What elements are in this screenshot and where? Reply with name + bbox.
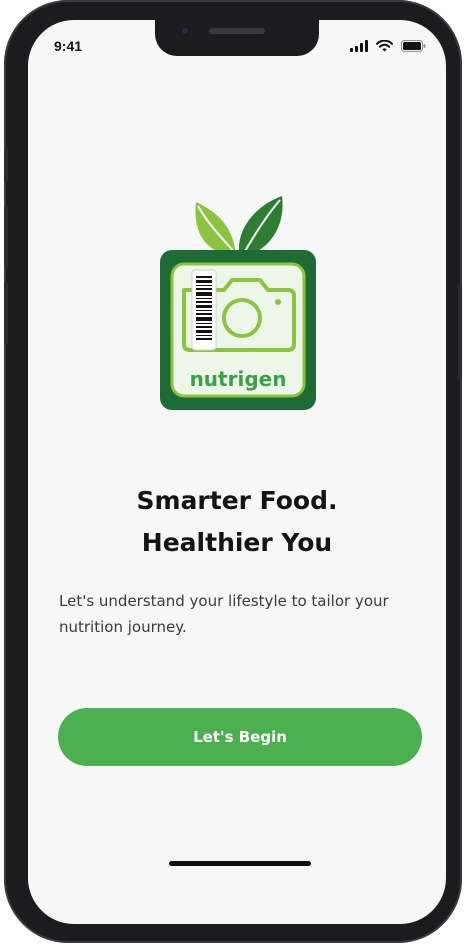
barcode-icon (191, 269, 217, 351)
nutrigen-logo: nutrigen (160, 196, 316, 410)
headline: Smarter Food. Healthier You (28, 480, 446, 564)
power-button (458, 284, 462, 380)
signal-icon (350, 40, 368, 52)
status-time: 9:41 (54, 38, 83, 54)
logo-wordmark: nutrigen (190, 367, 287, 391)
lets-begin-button[interactable]: Let's Begin (58, 708, 422, 766)
screen: 9:41 nutrigen Smarter Food. Healthier Yo… (28, 20, 446, 924)
volume-up-button (4, 206, 8, 268)
volume-down-button (4, 282, 8, 344)
home-indicator[interactable] (169, 861, 311, 866)
silent-switch (4, 148, 8, 182)
wifi-icon (376, 40, 393, 52)
speaker-grille (209, 28, 265, 34)
subtitle: Let's understand your lifestyle to tailo… (59, 592, 389, 636)
front-camera-icon (179, 25, 191, 37)
status-icons (350, 40, 426, 52)
battery-icon (401, 40, 426, 52)
notch (155, 20, 319, 56)
headline-line-1: Smarter Food. (136, 486, 338, 515)
phone-frame: 9:41 nutrigen Smarter Food. Healthier Yo… (4, 0, 462, 943)
headline-line-2: Healthier You (141, 528, 333, 557)
